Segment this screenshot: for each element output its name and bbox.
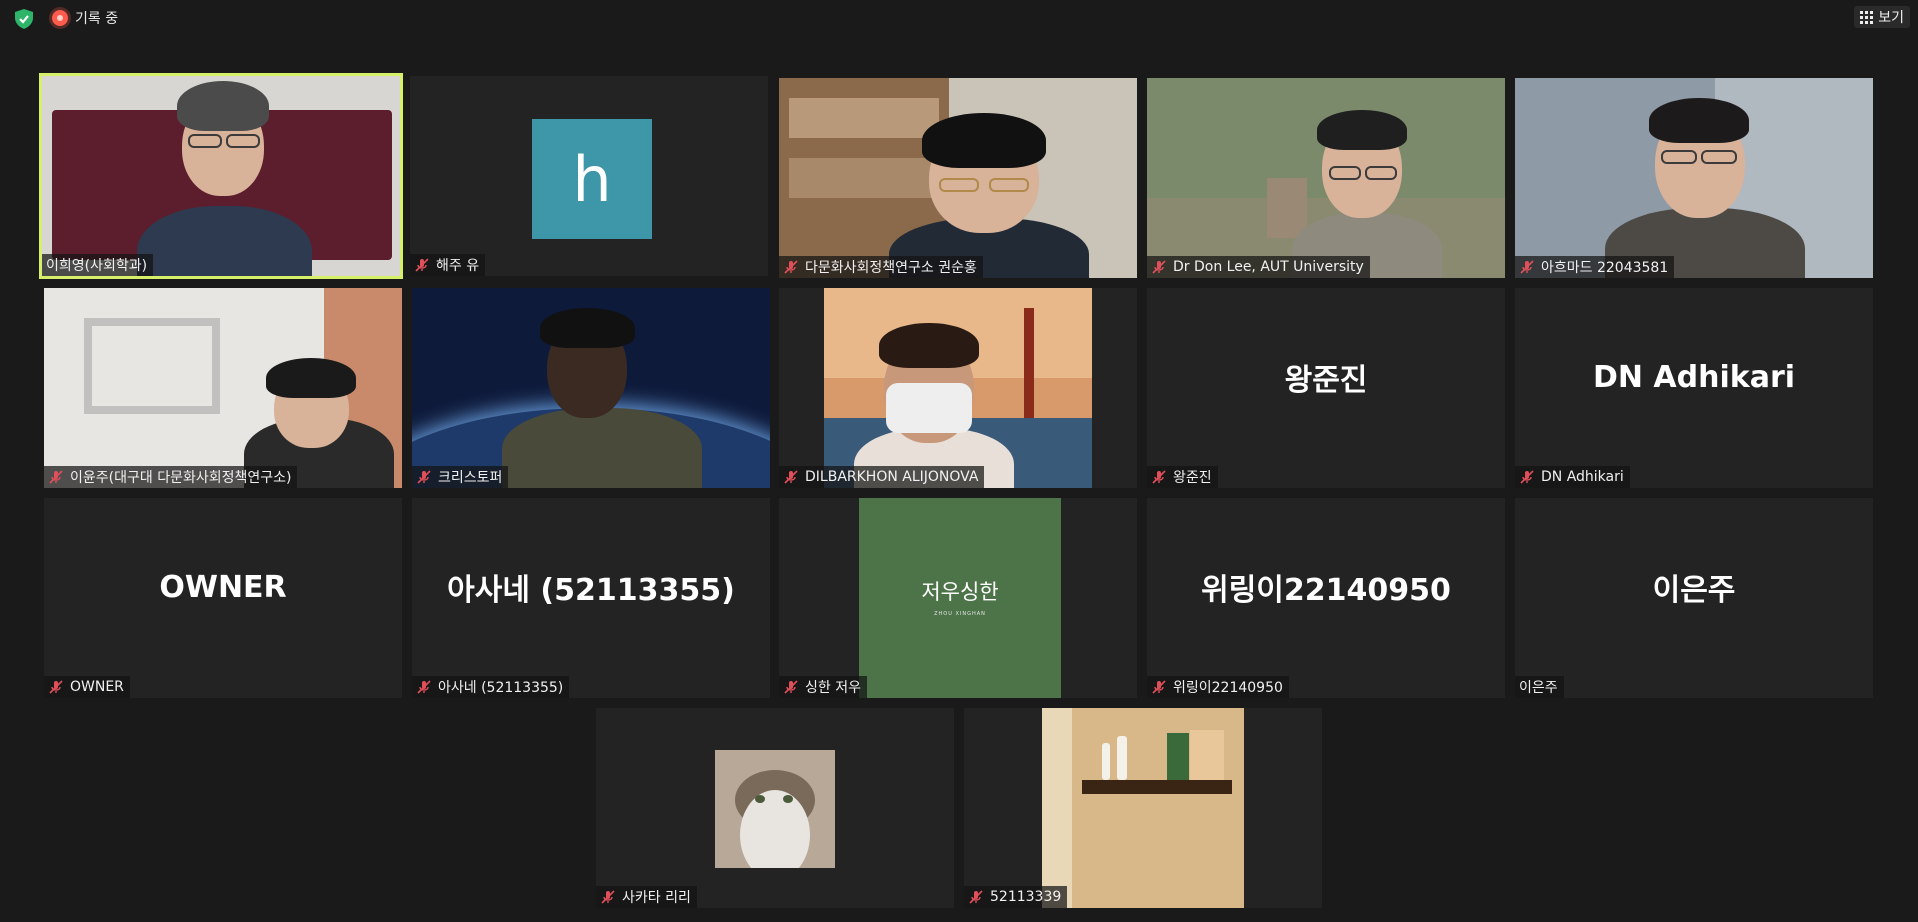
profile-card-subtitle: ZHOU XINGHAN [934,611,986,617]
participant-name-tag: 아흐마드 22043581 [1515,256,1675,278]
participant-name-tag: 52113339 [964,886,1068,908]
participant-video [412,288,770,488]
cat-photo [715,750,835,868]
profile-card: 저우싱한 ZHOU XINGHAN [859,498,1061,698]
muted-mic-icon [49,680,63,694]
avatar-letter: h [572,142,612,216]
participant-name-tag: 이윤주(대구대 다문화사회정책연구소) [44,466,298,488]
muted-mic-icon [417,680,431,694]
video-tile[interactable]: 크리스토퍼 [412,288,770,488]
video-tile[interactable]: 52113339 [964,708,1322,908]
participant-display-name: 아사네 (52113355) [447,573,735,608]
participant-name-tag: 왕준진 [1147,466,1218,488]
participant-display-name: 왕준진 [1284,363,1368,398]
video-tile[interactable]: 위링이22140950 위링이22140950 [1147,498,1505,698]
video-tile[interactable]: Dr Don Lee, AUT University [1147,78,1505,278]
video-tile[interactable]: 이은주 이은주 [1515,498,1873,698]
participant-name: OWNER [70,679,124,695]
participant-video [44,288,402,488]
participant-name-tag: 다문화사회정책연구소 권순홍 [779,256,983,278]
top-bar: 기록 중 보기 [0,0,1918,36]
grid-view-icon [1860,10,1874,24]
participant-name-tag: 아사네 (52113355) [412,676,570,698]
muted-mic-icon [415,258,429,272]
participant-display-name: 이은주 [1652,573,1736,608]
muted-mic-icon [1520,260,1534,274]
participant-video [42,76,400,276]
video-tile[interactable]: DILBARKHON ALIJONOVA [779,288,1137,488]
participant-name: Dr Don Lee, AUT University [1173,259,1364,275]
participant-name: DN Adhikari [1541,469,1624,485]
participant-name-tag: 사카타 리리 [596,886,697,908]
participant-name-tag: 이희영(사회학과) [42,254,154,276]
participant-video [824,288,1092,488]
participant-video [1147,78,1505,278]
video-tile[interactable]: 이희영(사회학과) [39,73,403,279]
participant-name-tag: DN Adhikari [1515,466,1630,488]
participant-name: 왕준진 [1173,470,1212,486]
video-tile[interactable]: 저우싱한 ZHOU XINGHAN 싱한 저우 [779,498,1137,698]
participant-name: 이은주 [1519,680,1558,696]
video-tile[interactable]: 이윤주(대구대 다문화사회정책연구소) [44,288,402,488]
participant-name: 아사네 (52113355) [438,680,564,696]
participant-name: 크리스토퍼 [438,470,503,486]
participant-name: 싱한 저우 [805,680,861,696]
participant-display-name: 위링이22140950 [1201,573,1451,608]
participant-display-name: DN Adhikari [1592,359,1796,395]
participant-name-tag: 위링이22140950 [1147,676,1289,698]
participant-name-tag: 해주 유 [410,254,486,276]
recording-label: 기록 중 [75,11,119,27]
view-label: 보기 [1878,10,1904,26]
muted-mic-icon [784,260,798,274]
video-tile[interactable]: 왕준진 왕준진 [1147,288,1505,488]
muted-mic-icon [417,470,431,484]
participant-name-tag: 이은주 [1515,676,1564,698]
participant-name: 다문화사회정책연구소 권순홍 [805,260,977,276]
muted-mic-icon [1520,470,1534,484]
participant-name: 해주 유 [436,258,480,274]
participant-name: 사카타 리리 [622,890,691,906]
muted-mic-icon [49,470,63,484]
participant-name: DILBARKHON ALIJONOVA [805,469,979,485]
recording-icon [52,10,68,26]
muted-mic-icon [1152,680,1166,694]
video-tile[interactable]: 아흐마드 22043581 [1515,78,1873,278]
participant-name: 52113339 [990,889,1062,905]
avatar: h [532,119,652,239]
muted-mic-icon [1152,470,1166,484]
view-button[interactable]: 보기 [1854,6,1910,28]
participant-name-tag: 싱한 저우 [779,676,867,698]
video-tile[interactable]: h 해주 유 [410,76,768,276]
participant-name-tag: DILBARKHON ALIJONOVA [779,466,985,488]
recording-indicator[interactable]: 기록 중 [52,8,118,28]
muted-mic-icon [784,680,798,694]
video-tile[interactable]: 사카타 리리 [596,708,954,908]
participant-video [1042,708,1244,908]
participant-name-tag: Dr Don Lee, AUT University [1147,256,1370,278]
muted-mic-icon [1152,260,1166,274]
muted-mic-icon [601,890,615,904]
participant-video [779,78,1137,278]
participant-name-tag: OWNER [44,676,130,698]
video-tile[interactable]: 아사네 (52113355) 아사네 (52113355) [412,498,770,698]
profile-card-title: 저우싱한 [921,580,999,604]
video-tile[interactable]: 다문화사회정책연구소 권순홍 [779,78,1137,278]
participant-name: 아흐마드 22043581 [1541,260,1669,276]
participant-name-tag: 크리스토퍼 [412,466,509,488]
video-tile[interactable]: DN Adhikari DN Adhikari [1515,288,1873,488]
muted-mic-icon [969,890,983,904]
muted-mic-icon [784,470,798,484]
shield-icon[interactable] [12,8,36,30]
participant-name: 이희영(사회학과) [46,258,148,274]
participant-name: 위링이22140950 [1173,680,1283,696]
participant-video [1515,78,1873,278]
participant-name: 이윤주(대구대 다문화사회정책연구소) [70,470,292,486]
participant-display-name: OWNER [159,569,287,605]
video-tile[interactable]: OWNER OWNER [44,498,402,698]
